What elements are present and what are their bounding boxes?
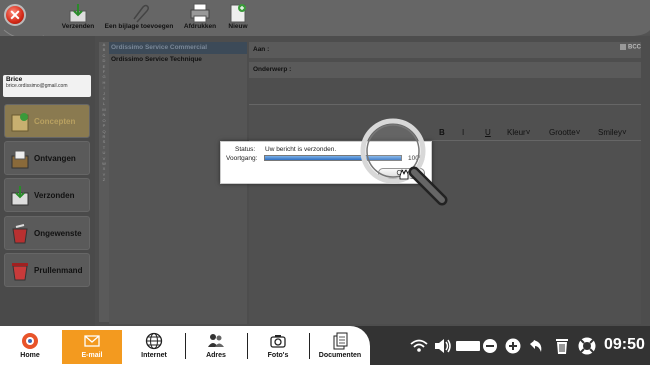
volume-icon[interactable] xyxy=(433,336,453,356)
wifi-icon[interactable] xyxy=(410,336,428,356)
send-icon xyxy=(69,4,87,23)
inbox-icon xyxy=(11,150,29,169)
home-icon xyxy=(22,333,38,349)
contact-item[interactable]: Ordissimo Service Technique xyxy=(109,54,247,66)
chevron-down-icon: ˅ xyxy=(622,128,627,137)
taskbar-label: Home xyxy=(20,352,40,359)
toolbar: ✕ Verzenden Een bijlage toevoegen Afdruk… xyxy=(0,0,650,46)
taskbar-label: Documenten xyxy=(318,352,362,359)
italic-button[interactable]: I xyxy=(462,128,464,137)
folder-junk[interactable]: Ongewenste xyxy=(4,216,90,250)
taskbar-label: Adres xyxy=(206,352,226,359)
print-button[interactable]: Afdrukken xyxy=(181,3,219,35)
smiley-dropdown[interactable]: Smiley˅ xyxy=(598,128,627,137)
contact-item[interactable]: Ordissimo Service Commercial xyxy=(109,42,247,54)
bcc-checkbox[interactable]: BCC xyxy=(620,44,641,51)
size-label: Grootte xyxy=(549,128,576,137)
new-mail-icon xyxy=(230,4,246,23)
email-icon xyxy=(84,335,100,347)
user-email: brice.ordissimo@gmail.com xyxy=(6,83,68,89)
user-account[interactable]: Brice brice.ordissimo@gmail.com xyxy=(3,75,91,97)
globe-icon xyxy=(145,332,163,350)
send-button[interactable]: Verzenden xyxy=(57,3,99,35)
attachment-icon xyxy=(133,4,149,23)
send-label: Verzenden xyxy=(61,23,95,30)
color-dropdown[interactable]: Kleur˅ xyxy=(507,128,530,137)
zoom-in-icon[interactable] xyxy=(504,336,522,356)
subject-field[interactable]: Onderwerp : xyxy=(249,62,641,78)
chevron-down-icon: ˅ xyxy=(525,128,531,137)
trash-icon xyxy=(12,263,28,281)
folder-label: Ontvangen xyxy=(34,154,76,163)
chevron-down-icon: ˅ xyxy=(575,128,581,137)
taskbar-label: Internet xyxy=(141,352,167,359)
taskbar-documents[interactable]: Documenten xyxy=(310,330,370,364)
taskbar-label: Foto's xyxy=(267,352,289,359)
attach-button[interactable]: Een bijlage toevoegen xyxy=(103,3,175,35)
taskbar-home[interactable]: Home xyxy=(0,330,60,364)
to-field[interactable]: Aan : BCC xyxy=(249,42,641,58)
volume-level-bar[interactable] xyxy=(455,336,481,356)
folder-label: Concepten xyxy=(34,117,76,126)
close-button[interactable]: ✕ xyxy=(4,4,26,26)
subject-label: Onderwerp : xyxy=(253,66,292,73)
taskbar-photos[interactable]: Foto's xyxy=(248,330,308,364)
alphabet-index[interactable]: ABCDEFGHIJKLMNOPQRSTUVWXYZ xyxy=(99,42,109,322)
bcc-label: BCC xyxy=(628,44,641,51)
drafts-icon xyxy=(11,113,29,132)
user-name: Brice xyxy=(6,76,23,83)
folder-label: Prullenmand xyxy=(34,266,83,275)
contacts-icon xyxy=(208,334,224,347)
print-icon xyxy=(190,3,210,23)
to-label: Aan : xyxy=(253,46,270,53)
folder-sent[interactable]: Verzonden xyxy=(4,178,90,212)
status-text: Uw bericht is verzonden. xyxy=(265,146,337,153)
sent-icon xyxy=(11,186,29,206)
folder-inbox[interactable]: Ontvangen xyxy=(4,141,90,175)
contact-name: Ordissimo Service Commercial xyxy=(111,44,208,51)
contact-name: Ordissimo Service Technique xyxy=(111,56,202,63)
attach-label: Een bijlage toevoegen xyxy=(104,23,174,30)
trash-can-icon[interactable] xyxy=(553,336,571,356)
clock: 09:50 xyxy=(604,336,645,353)
print-label: Afdrukken xyxy=(183,23,217,30)
status-label: Status: xyxy=(235,146,256,153)
camera-icon xyxy=(270,335,286,348)
new-label: Nieuw xyxy=(228,23,248,30)
taskbar-address[interactable]: Adres xyxy=(186,330,246,364)
taskbar-internet[interactable]: Internet xyxy=(124,330,184,364)
color-label: Kleur xyxy=(507,128,526,137)
folder-drafts[interactable]: Concepten xyxy=(4,104,90,138)
magnifier-icon xyxy=(360,118,448,206)
folder-label: Ongewenste xyxy=(34,229,82,238)
new-button[interactable]: Nieuw xyxy=(224,3,252,35)
folder-trash[interactable]: Prullenmand xyxy=(4,253,90,287)
back-icon[interactable] xyxy=(529,336,547,356)
taskbar-email[interactable]: E-mail xyxy=(62,330,122,364)
smiley-label: Smiley xyxy=(598,128,623,137)
checkbox-icon xyxy=(620,44,626,50)
underline-button[interactable]: U xyxy=(485,128,491,137)
ordissimo-email-app: ✕ Verzenden Een bijlage toevoegen Afdruk… xyxy=(0,0,650,365)
taskbar-label: E-mail xyxy=(81,352,103,359)
volume-down-icon[interactable] xyxy=(482,336,498,356)
junk-icon xyxy=(12,224,28,244)
folder-label: Verzonden xyxy=(34,191,75,200)
documents-icon xyxy=(333,332,348,350)
size-dropdown[interactable]: Grootte˅ xyxy=(549,128,580,137)
help-lifebuoy-icon[interactable] xyxy=(577,336,597,356)
progress-label: Voortgang: xyxy=(226,155,258,162)
